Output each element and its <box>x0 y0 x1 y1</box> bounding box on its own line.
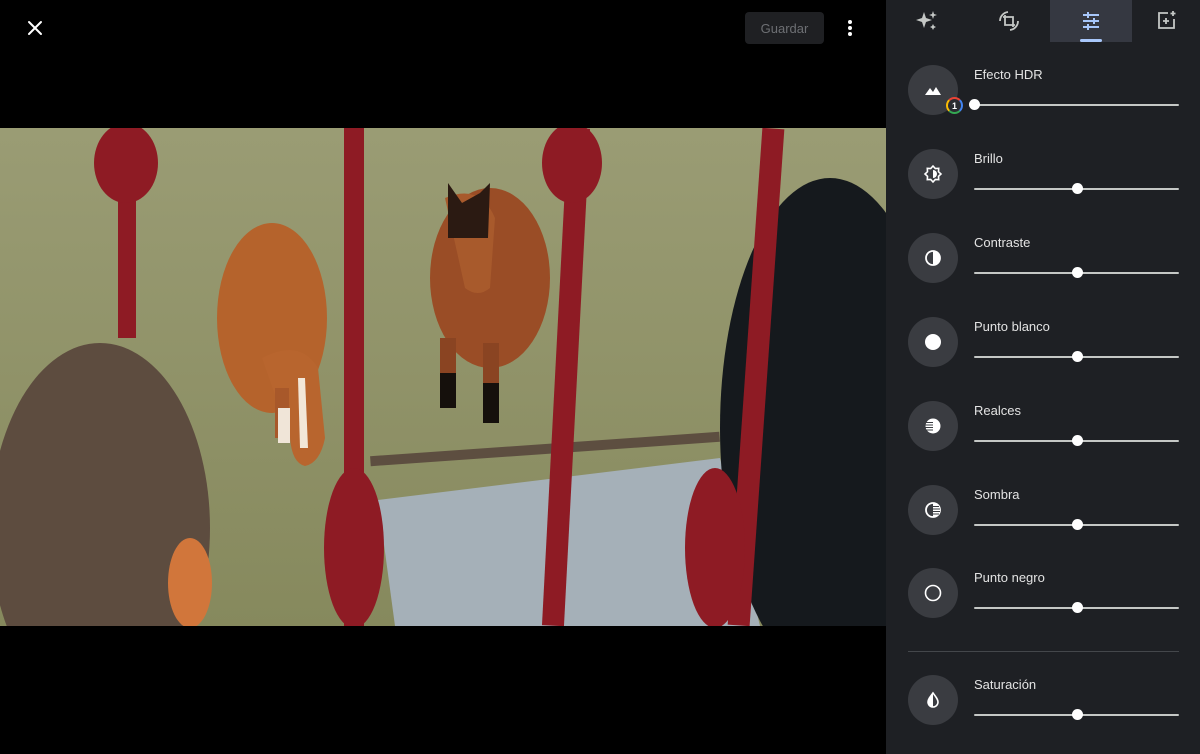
adjustment-saturation: Saturación <box>886 675 1200 735</box>
slider-thumb[interactable] <box>1071 351 1083 362</box>
shadows-toggle[interactable] <box>908 485 958 535</box>
close-icon <box>28 21 42 35</box>
crop-rotate-icon <box>999 11 1019 31</box>
adjustment-label: Contraste <box>974 235 1031 250</box>
close-button[interactable] <box>20 13 50 43</box>
landscape-icon <box>925 87 941 95</box>
contrast-icon <box>925 250 941 266</box>
contrast-slider[interactable] <box>974 266 1179 280</box>
black-point-icon <box>924 584 942 602</box>
sparkle-icon <box>916 11 937 30</box>
adjustment-white-point: Punto blanco <box>886 317 1200 377</box>
saturation-toggle[interactable] <box>908 675 958 725</box>
adjustment-label: Punto blanco <box>974 319 1050 334</box>
adjustment-brightness: Brillo <box>886 149 1200 209</box>
slider-thumb[interactable] <box>1071 435 1083 446</box>
black-point-slider[interactable] <box>974 601 1179 615</box>
tab-adjust[interactable] <box>1050 0 1132 42</box>
white-point-icon <box>925 334 941 350</box>
shadows-slider[interactable] <box>974 518 1179 532</box>
slider-track <box>974 104 1179 106</box>
more-options-button[interactable] <box>838 14 862 42</box>
tune-icon <box>1083 12 1099 30</box>
slider-thumb[interactable] <box>1071 602 1083 613</box>
adjustment-label: Punto negro <box>974 570 1045 585</box>
active-tab-indicator <box>1080 39 1102 42</box>
adjustment-contrast: Contraste <box>886 233 1200 293</box>
highlights-toggle[interactable] <box>908 401 958 451</box>
save-button[interactable]: Guardar <box>745 12 824 44</box>
shadows-icon <box>925 502 941 518</box>
black-point-toggle[interactable] <box>908 568 958 618</box>
hdr-slider[interactable] <box>969 98 1179 112</box>
badge: 1 <box>946 97 963 114</box>
adjustment-highlights: Realces <box>886 401 1200 461</box>
highlights-slider[interactable] <box>974 434 1179 448</box>
adjustment-label: Brillo <box>974 151 1003 166</box>
saturation-icon <box>927 691 939 708</box>
brightness-toggle[interactable] <box>908 149 958 199</box>
slider-thumb[interactable] <box>1071 519 1083 530</box>
slider-thumb[interactable] <box>969 99 980 110</box>
adjustment-hdr: 1 Efecto HDR <box>886 65 1200 125</box>
tab-export[interactable] <box>1132 0 1200 42</box>
saturation-slider[interactable] <box>974 708 1179 722</box>
adjustment-shadows: Sombra <box>886 485 1200 545</box>
adjustment-black-point: Punto negro <box>886 568 1200 628</box>
slider-thumb[interactable] <box>1071 267 1083 278</box>
adjustment-label: Efecto HDR <box>974 67 1043 82</box>
tab-suggestions[interactable] <box>886 0 968 42</box>
white-point-toggle[interactable] <box>908 317 958 367</box>
slider-thumb[interactable] <box>1071 183 1083 194</box>
section-divider <box>908 651 1179 652</box>
edit-panel: 1 Efecto HDR Brillo Contraste Punto blan… <box>886 0 1200 754</box>
brightness-slider[interactable] <box>974 182 1179 196</box>
contrast-toggle[interactable] <box>908 233 958 283</box>
adjustment-label: Sombra <box>974 487 1020 502</box>
edit-tabs <box>886 0 1200 44</box>
add-to-photo-icon <box>1158 11 1176 29</box>
brightness-icon <box>923 164 943 184</box>
adjustment-label: Realces <box>974 403 1021 418</box>
edited-photo <box>0 128 886 626</box>
photo-viewer: Guardar <box>0 0 886 754</box>
tab-crop-rotate[interactable] <box>968 0 1050 42</box>
more-vert-icon <box>848 20 852 36</box>
white-point-slider[interactable] <box>974 350 1179 364</box>
highlights-icon <box>925 418 941 434</box>
slider-thumb[interactable] <box>1071 709 1083 720</box>
adjustment-label: Saturación <box>974 677 1037 692</box>
